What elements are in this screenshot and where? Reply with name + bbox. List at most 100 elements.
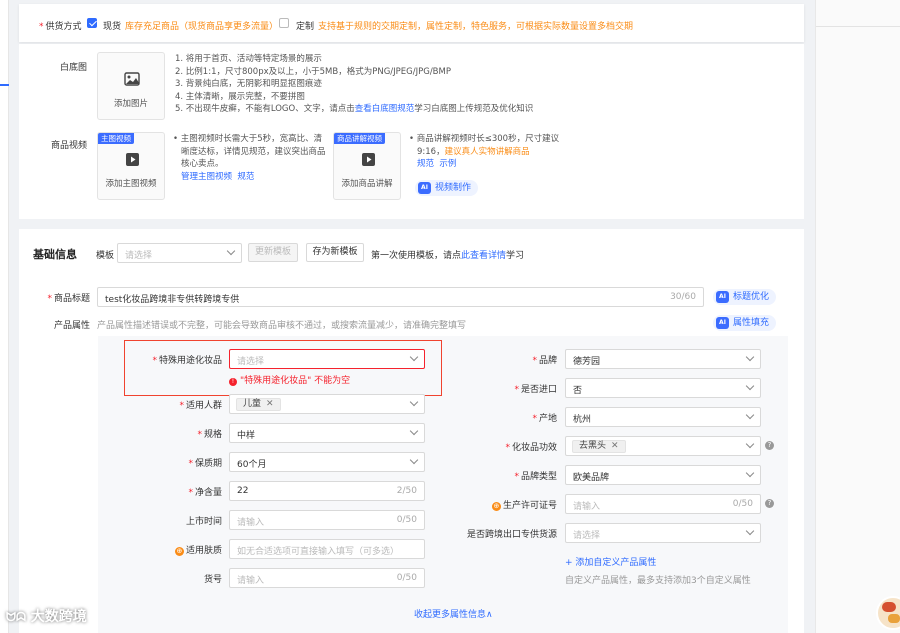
explain-video-desc: • 商品讲解视频时长≤300秒，尺寸建议 9:16，建议真人实物讲解商品 规范 …	[409, 133, 559, 171]
spot-desc: 库存充足商品（现货商品享更多流量）	[125, 22, 279, 32]
explain-example-link[interactable]: 示例	[439, 159, 456, 169]
main-video-links: 管理主图视频 规范	[173, 171, 326, 184]
white-bg-label: 白底图	[59, 63, 87, 73]
white-bg-rule: 2. 比例1:1，尺寸800px及以上，小于5MB，格式为PNG/JPEG/JP…	[175, 66, 451, 77]
food-thumbnail	[872, 592, 900, 633]
close-icon[interactable]: ✕	[611, 441, 619, 451]
efficacy-label: 化妆品功效	[453, 440, 557, 453]
video-icon	[126, 153, 139, 166]
skin-type-select[interactable]: 如无合适选项可直接输入填写（可多选）	[229, 539, 425, 559]
main-video-upload-label: 添加主图视频	[105, 179, 157, 189]
template-help-text: 第一次使用模板，请点此查看详情学习	[371, 251, 525, 261]
left-nav-strip	[0, 0, 9, 633]
main-video-desc: • 主图视频时长需大于5秒，宽高比、清 晰度达标，详情见规范，建议突出商品 核心…	[173, 133, 326, 183]
cross-border-label: 是否跨境出口专供货源	[466, 530, 557, 540]
basic-info-title: 基础信息	[33, 248, 77, 261]
highlight-icon: ⊕	[174, 547, 184, 556]
net-content-input[interactable]: 22 2/50	[229, 481, 425, 501]
highlight-icon: ⊕	[491, 502, 501, 511]
crowd-tag: 儿童 ✕	[236, 398, 281, 411]
crowd-label: 适用人群	[118, 398, 222, 411]
item-no-label: 货号	[203, 575, 222, 585]
brand-type-select[interactable]: 欧美品牌	[565, 465, 761, 485]
chevron-down-icon	[226, 246, 236, 256]
help-icon[interactable]: ?	[765, 499, 774, 508]
chevron-down-icon	[409, 397, 419, 407]
license-label: ⊕ 生产许可证号	[491, 501, 557, 511]
basic-info-card: 基础信息 模板 请选择 更新模板 存为新模板 第一次使用模板，请点此查看详情学习…	[19, 229, 804, 633]
custom-checkbox[interactable]	[279, 18, 289, 28]
close-icon[interactable]: ✕	[266, 399, 274, 409]
image-icon	[124, 72, 140, 86]
supply-label: 供货方式	[39, 19, 82, 32]
update-template-button[interactable]: 更新模板	[248, 243, 298, 262]
origin-select[interactable]: 杭州	[565, 407, 761, 427]
save-new-template-button[interactable]: 存为新模板	[306, 243, 364, 262]
white-bg-upload[interactable]: 添加图片	[97, 52, 165, 120]
white-bg-upload-label: 添加图片	[113, 99, 148, 109]
chevron-down-icon	[745, 410, 755, 420]
chevron-down-icon	[409, 426, 419, 436]
supply-card: 供货方式 现货 库存充足商品（现货商品享更多流量） 定制 支持基于规则的交期定制…	[19, 4, 804, 42]
add-custom-attr-link[interactable]: + 添加自定义产品属性	[565, 555, 656, 568]
main-video-spec-link[interactable]: 规范	[237, 172, 254, 182]
main-video-desc-line: 核心卖点。	[181, 159, 224, 170]
template-detail-link[interactable]: 此查看详情	[461, 251, 506, 261]
white-bg-rule: 3. 背景纯白底，无阴影和明显抠图痕迹	[175, 79, 322, 90]
food-item	[888, 614, 900, 623]
efficacy-select[interactable]: 去黑头 ✕	[565, 436, 761, 456]
chevron-down-icon	[745, 526, 755, 536]
spot-label[interactable]: 现货	[103, 19, 121, 32]
right-panel	[815, 0, 900, 633]
spec-select[interactable]: 中样	[229, 423, 425, 443]
chevron-down-icon	[745, 381, 755, 391]
shelf-life-select[interactable]: 60个月	[229, 452, 425, 472]
chevron-down-icon	[409, 455, 419, 465]
title-input[interactable]: test化妆品跨境非专供转跨境专供 30/60	[97, 287, 704, 307]
special-use-select[interactable]: 请选择	[229, 349, 425, 369]
explain-spec-link[interactable]: 规范	[417, 159, 434, 169]
template-select[interactable]: 请选择	[117, 243, 242, 263]
brand-label: 品牌	[453, 353, 557, 366]
brand-type-label: 品牌类型	[453, 469, 557, 482]
explain-video-upload-label: 添加商品讲解	[341, 179, 393, 189]
error-icon: !	[229, 378, 237, 386]
spot-checkbox[interactable]	[87, 18, 97, 28]
main-video-tag: 主图视频	[98, 133, 134, 144]
ai-attrs-button[interactable]: AI 属性填充	[713, 315, 777, 331]
attrs-panel: 特殊用途化妆品 请选择 !"特殊用途化妆品" 不能为空 适用人群 儿童✕ 规格 …	[98, 336, 788, 633]
license-input[interactable]: 请输入 0/50	[565, 494, 761, 514]
special-use-label: 特殊用途化妆品	[118, 353, 222, 366]
watermark: ᗢᗣ 大数跨境	[6, 609, 87, 625]
white-bg-rule: 1. 将用于首页、活动等特定场景的展示	[175, 54, 322, 64]
right-panel-divider	[816, 26, 900, 27]
custom-desc: 支持基于规则的交期定制，属性定制，特色服务，可根据实际数量设置多档交期	[318, 22, 634, 32]
template-label: 模板	[96, 251, 115, 261]
main-video-upload[interactable]: 主图视频 添加主图视频	[97, 132, 165, 200]
net-content-label: 净含量	[118, 485, 222, 498]
collapse-attrs-link[interactable]: 收起更多属性信息∧	[414, 607, 493, 620]
cross-border-select[interactable]: 请选择	[565, 523, 761, 543]
help-icon[interactable]: ?	[765, 441, 774, 450]
ai-icon: AI	[716, 291, 729, 303]
video-label: 商品视频	[50, 141, 87, 151]
launch-time-input[interactable]: 请输入 0/50	[229, 510, 425, 530]
ai-title-button[interactable]: AI 标题优化	[713, 289, 777, 305]
explain-video-upload[interactable]: 商品讲解视频 添加商品讲解	[333, 132, 401, 200]
special-use-error: ! "特殊用途化妆品" 不能为空	[229, 373, 350, 386]
custom-label[interactable]: 定制	[296, 19, 314, 32]
item-no-input[interactable]: 请输入 0/50	[229, 568, 425, 588]
white-bg-spec-link[interactable]: 查看白底图规范	[355, 104, 415, 114]
crowd-select[interactable]: 儿童 ✕	[229, 394, 425, 414]
brand-select[interactable]: 德芳园	[565, 349, 761, 369]
video-icon	[362, 153, 375, 166]
imported-select[interactable]: 否	[565, 378, 761, 398]
title-label: 商品标题	[37, 291, 90, 304]
chevron-down-icon	[745, 468, 755, 478]
ai-icon: AI	[716, 317, 729, 329]
ai-video-button[interactable]: AI 视频制作	[415, 180, 479, 196]
custom-attr-hint: 自定义产品属性，最多支持添加3个自定义属性	[565, 576, 751, 586]
chevron-down-icon	[745, 352, 755, 362]
manage-main-video-link[interactable]: 管理主图视频	[181, 172, 232, 182]
explain-video-desc-line: • 商品讲解视频时长≤300秒，尺寸建议	[409, 134, 560, 144]
